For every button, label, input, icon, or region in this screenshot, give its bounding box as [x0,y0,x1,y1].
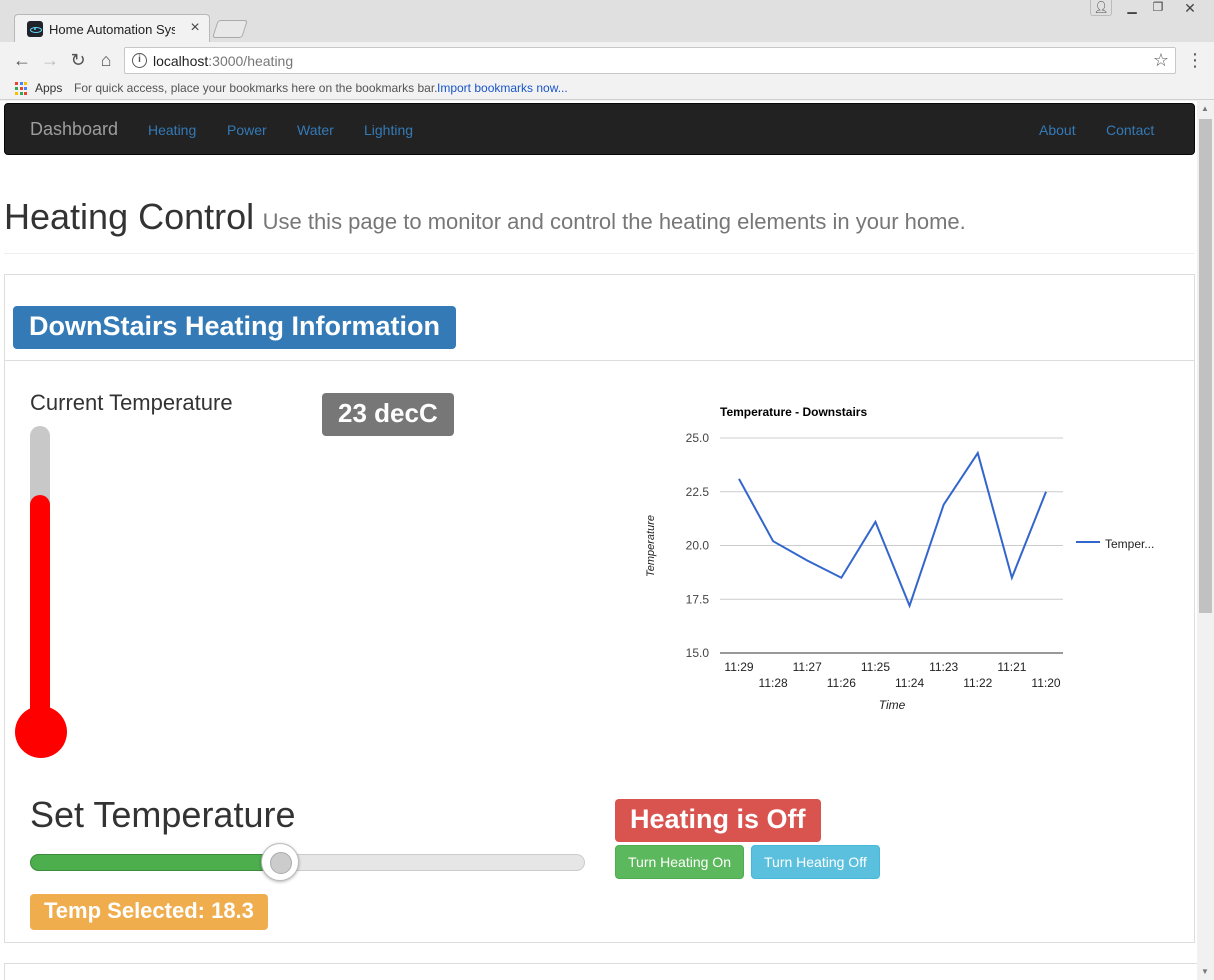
x-tick-label: 11:27 [793,660,822,674]
forward-icon[interactable]: → [38,48,62,72]
x-tick-label: 11:23 [929,660,958,674]
x-tick-label: 11:22 [963,676,992,690]
scroll-down-icon[interactable]: ▼ [1201,967,1209,976]
scroll-thumb[interactable] [1199,119,1212,613]
panel-heading: DownStairs Heating Information [5,275,1194,361]
browser-tab[interactable]: Home Automation System × [14,14,210,43]
address-bar[interactable]: i localhost:3000/heating ☆ [124,47,1176,74]
nav-link-heating[interactable]: Heating [148,122,196,138]
page-header: Heating Control Use this page to monitor… [4,196,1195,238]
x-tick-label: 11:20 [1031,676,1060,690]
close-tab-icon[interactable]: × [187,19,203,37]
nav-link-lighting[interactable]: Lighting [364,122,413,138]
temperature-series-line [738,450,1047,609]
y-tick-label: 20.0 [686,539,710,553]
x-tick-label: 11:24 [895,676,924,690]
back-icon[interactable]: ← [10,48,34,72]
nav-link-contact[interactable]: Contact [1106,122,1154,138]
turn-heating-off-button[interactable]: Turn Heating Off [751,845,880,879]
bookmarks-bar: Apps For quick access, place your bookma… [0,78,1214,100]
y-axis-label: Temperature [645,515,657,577]
browser-menu-icon[interactable]: ⋮ [1186,50,1204,71]
nav-link-water[interactable]: Water [297,122,334,138]
panel-heading-label: DownStairs Heating Information [13,306,457,349]
browser-chrome: Home Automation System × 👤︎ ▁ ❐ ✕ ← → ↻ … [0,0,1214,101]
page-subtitle: Use this page to monitor and control the… [262,209,966,234]
navbar-brand[interactable]: Dashboard [30,119,118,140]
url-text: localhost:3000/heating [153,53,294,69]
scroll-up-icon[interactable]: ▲ [1201,104,1209,113]
temperature-chart-svg: Temperature - Downstairs 15.0 17.5 20.0 22.5… [645,405,1154,712]
y-tick-label: 17.5 [686,592,710,606]
page-viewport: Dashboard Heating Power Water Lighting A… [0,101,1197,980]
page-title: Heating Control [4,196,255,237]
heating-status-badge: Heating is Off [615,799,821,842]
thermometer-bulb [15,706,67,758]
legend-label: Temper... [1105,537,1154,551]
next-panel [4,963,1197,980]
thermometer-level [30,495,50,726]
set-temperature-label: Set Temperature [30,794,296,835]
y-tick-label: 15.0 [686,646,710,660]
turn-heating-on-button[interactable]: Turn Heating On [615,845,744,879]
y-tick-label: 22.5 [686,485,710,499]
top-navbar: Dashboard Heating Power Water Lighting A… [4,103,1195,155]
page-scrollbar[interactable]: ▲ ▼ [1197,101,1214,980]
x-tick-label: 11:21 [997,660,1026,674]
bookmarks-hint: For quick access, place your bookmarks h… [74,81,438,95]
header-divider [4,253,1195,254]
apps-label[interactable]: Apps [35,81,62,95]
current-temperature-label: Current Temperature [30,390,233,415]
home-icon[interactable]: ⌂ [94,48,118,72]
current-temperature-badge: 23 decC [322,393,454,436]
x-axis-label: Time [879,698,906,712]
new-tab-button[interactable] [212,20,248,38]
nav-link-about[interactable]: About [1039,122,1076,138]
nav-link-power[interactable]: Power [227,122,267,138]
x-tick-label: 11:28 [759,676,788,690]
import-bookmarks-link[interactable]: Import bookmarks now... [437,81,568,95]
browser-toolbar: ← → ↻ ⌂ i localhost:3000/heating ☆ ⋮ [0,42,1214,78]
temperature-slider-fill [30,854,280,871]
apps-grid-icon[interactable] [15,82,29,96]
chart-title: Temperature - Downstairs [720,405,867,419]
profile-icon[interactable]: 👤︎ [1090,0,1112,16]
restore-icon[interactable]: ❐ [1148,0,1168,16]
temp-selected-badge: Temp Selected: 18.3 [30,894,268,930]
x-tick-label: 11:25 [861,660,890,674]
bookmark-star-icon[interactable]: ☆ [1153,50,1169,71]
y-tick-label: 25.0 [686,431,710,445]
x-tick-label: 11:26 [827,676,856,690]
x-tick-label: 11:29 [724,660,753,674]
tab-title: Home Automation System [49,22,175,37]
tab-strip: Home Automation System × 👤︎ ▁ ❐ ✕ [0,0,1214,43]
react-favicon-icon [27,21,43,37]
minimize-icon[interactable]: ▁ [1122,0,1142,16]
site-info-icon[interactable]: i [132,53,147,68]
temperature-chart: Temperature - Downstairs 15.0 17.5 20.0 22.5… [630,396,1170,716]
close-window-icon[interactable]: ✕ [1180,0,1200,16]
temperature-slider-handle[interactable] [260,843,299,881]
reload-icon[interactable]: ↻ [66,48,90,72]
